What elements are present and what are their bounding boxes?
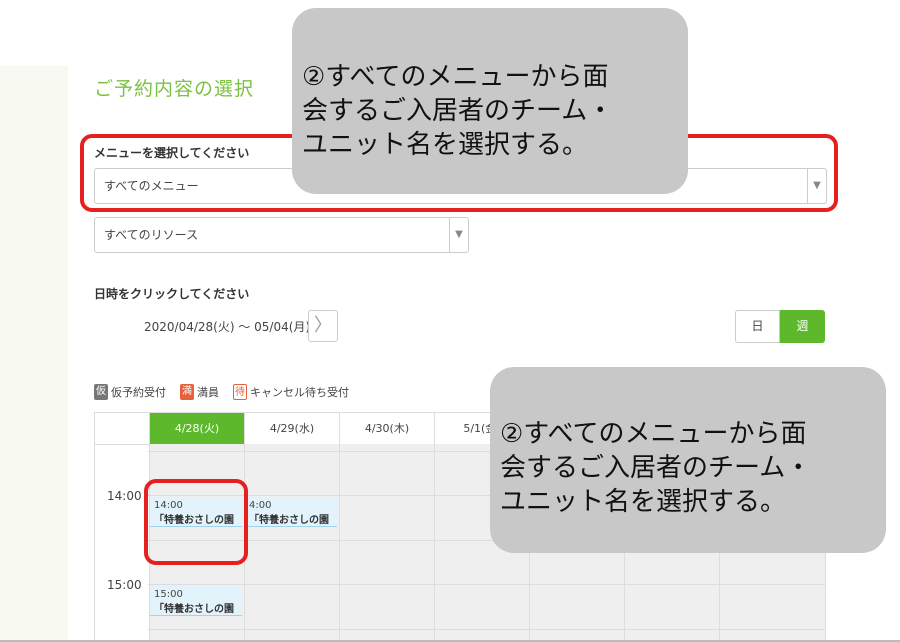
legend-item: 満 満員 [180, 384, 219, 400]
calendar-day-header[interactable]: 4/28(火) [149, 413, 244, 444]
legend-item: 仮 仮予約受付 [94, 384, 166, 400]
grid-line [148, 629, 825, 630]
provisional-badge: 仮 [94, 384, 108, 400]
day-view-button[interactable]: 日 [735, 310, 780, 343]
legend: 仮 仮予約受付 満 満員 待 キャンセル待ち受付 [94, 382, 363, 402]
view-toggle: 日 週 [735, 310, 825, 343]
waitlist-badge: 待 [233, 384, 247, 400]
instruction-callout: ②すべてのメニューから面 会するご入居者のチーム・ ユニット名を選択する。 [292, 8, 688, 194]
calendar-day-header[interactable]: 4/30(木) [339, 413, 434, 444]
legend-item: 待 キャンセル待ち受付 [233, 384, 349, 400]
resource-select-value: すべてのリソース [104, 228, 199, 242]
datetime-label: 日時をクリックしてください [94, 287, 250, 301]
section-title: ご予約内容の選択 [94, 78, 255, 100]
next-week-button[interactable]: 〉 [308, 310, 338, 342]
booking-slot[interactable]: 15:00 「特養おさしの園 [150, 586, 242, 616]
chevron-right-icon: 〉 [314, 315, 332, 336]
grid-line [148, 584, 825, 585]
resource-select[interactable]: すべてのリソース ▼ [94, 217, 469, 253]
full-badge: 満 [180, 384, 194, 400]
legend-label: キャンセル待ち受付 [250, 386, 349, 399]
legend-label: 満員 [197, 386, 219, 399]
week-view-button[interactable]: 週 [780, 310, 825, 343]
booking-slot[interactable]: 4:00 「特養おさしの園 [245, 497, 337, 527]
slot-time: 15:00 [154, 589, 183, 600]
chevron-down-icon[interactable]: ▼ [449, 218, 468, 252]
time-label: 15:00 [107, 578, 142, 592]
time-label: 14:00 [107, 489, 142, 503]
slot-highlight-frame [144, 479, 248, 565]
calendar-column[interactable] [339, 444, 434, 641]
calendar-column[interactable] [244, 444, 339, 641]
slot-title: 「特養おさしの園 [154, 604, 234, 615]
slot-time: 4:00 [249, 500, 272, 511]
instruction-callout: ②すべてのメニューから面 会するご入居者のチーム・ ユニット名を選択する。 [490, 367, 886, 553]
calendar-day-header[interactable]: 4/29(水) [244, 413, 339, 444]
legend-label: 仮予約受付 [111, 386, 166, 399]
date-range: 2020/04/28(火) ～ 05/04(月) [144, 320, 311, 334]
slot-title: 「特養おさしの園 [249, 515, 329, 526]
left-sidebar [0, 66, 68, 642]
